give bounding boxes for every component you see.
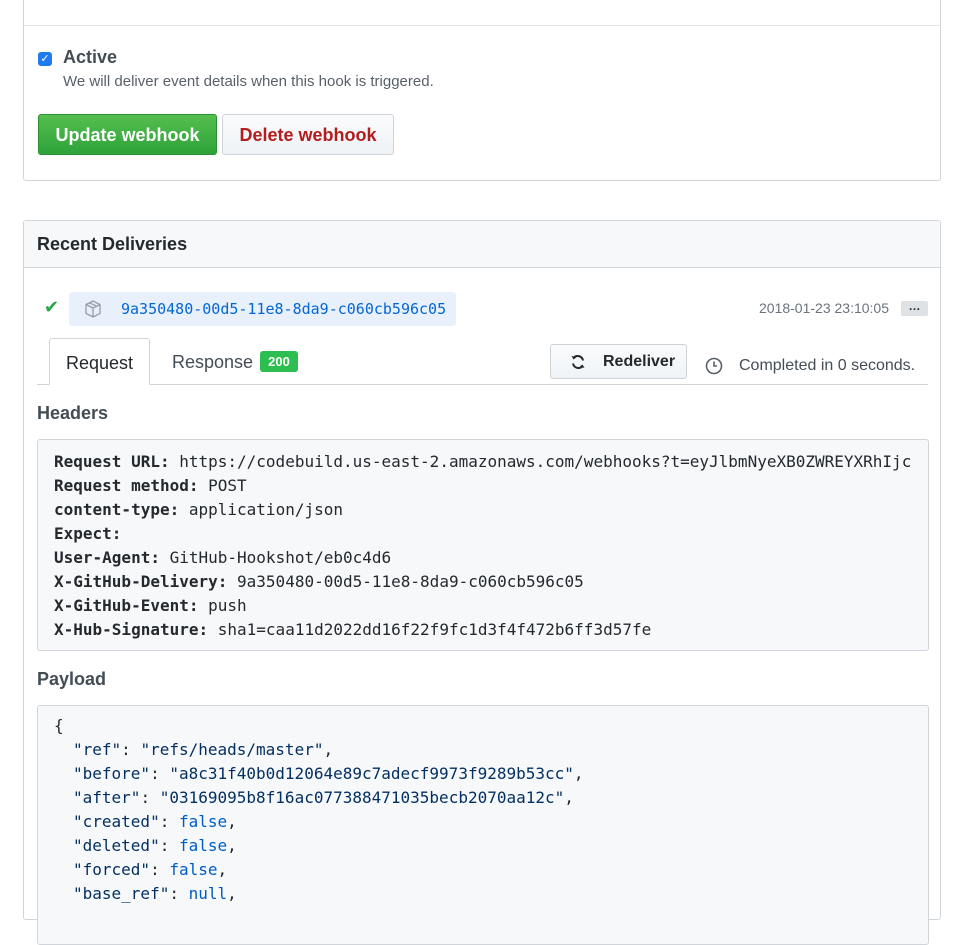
header-key: Expect: xyxy=(54,524,122,543)
payload-key: "after" xyxy=(73,788,141,807)
header-key: X-Hub-Signature: xyxy=(54,620,209,639)
header-key: Request method: xyxy=(54,476,199,495)
header-value: application/json xyxy=(179,500,343,519)
clock-icon xyxy=(705,357,723,375)
payload-value: null xyxy=(188,884,228,903)
recent-deliveries-title: Recent Deliveries xyxy=(37,234,188,254)
recent-deliveries-panel: Recent Deliveries ✔ 9a350480-00d5-11e8-8… xyxy=(23,220,941,945)
webhook-settings-panel: ✓ Active We will deliver event details w… xyxy=(23,0,941,181)
payload-key: "created" xyxy=(73,812,160,831)
payload-key: "ref" xyxy=(73,740,122,759)
more-options-button[interactable]: … xyxy=(901,300,928,316)
payload-line: "forced": false, xyxy=(73,860,228,879)
redeliver-label: Redeliver xyxy=(603,353,676,370)
active-description: We will deliver event details when this … xyxy=(63,73,434,90)
tabs-divider xyxy=(37,384,928,385)
header-line: X-Hub-Signature: sha1=caa11d2022dd16f22f… xyxy=(54,618,651,642)
payload-line: "after": "03169095b8f16ac077388471035bec… xyxy=(73,788,574,807)
header-key: content-type: xyxy=(54,500,180,519)
header-line: Request URL: https://codebuild.us-east-2… xyxy=(54,450,911,474)
request-headers-block: Request URL: https://codebuild.us-east-2… xyxy=(37,439,929,651)
header-value: push xyxy=(198,596,247,615)
payload-title: Payload xyxy=(37,669,107,689)
recent-deliveries-header: Recent Deliveries xyxy=(24,221,940,268)
payload-value: false xyxy=(178,812,228,831)
header-key: X-GitHub-Event: xyxy=(54,596,199,615)
header-line: X-GitHub-Delivery: 9a350480-00d5-11e8-8d… xyxy=(54,570,584,594)
delete-webhook-button[interactable]: Delete webhook xyxy=(222,114,394,155)
headers-title: Headers xyxy=(37,403,109,423)
header-line: X-GitHub-Event: push xyxy=(54,594,247,618)
tab-request[interactable]: Request xyxy=(49,338,150,385)
payload-value: "03169095b8f16ac077388471035becb2070aa12… xyxy=(159,788,565,807)
header-line: User-Agent: GitHub-Hookshot/eb0c4d6 xyxy=(54,546,391,570)
redeliver-button[interactable]: Redeliver xyxy=(550,344,687,379)
header-line: Expect: xyxy=(54,522,121,546)
payload-value: "refs/heads/master" xyxy=(140,740,324,759)
payload-line: "before": "a8c31f40b0d12064e89c7adecf997… xyxy=(73,764,584,783)
package-icon xyxy=(85,300,101,318)
sync-icon xyxy=(571,355,585,369)
header-value: 9a350480-00d5-11e8-8da9-c060cb596c05 xyxy=(227,572,584,591)
header-value: sha1=caa11d2022dd16f22f9fc1d3f4f472b6ff3… xyxy=(208,620,652,639)
payload-value: false xyxy=(169,860,218,879)
active-label: Active xyxy=(63,47,118,67)
payload-block: { "ref": "refs/heads/master", "before": "a… xyxy=(37,705,929,945)
payload-open-brace: { xyxy=(54,716,64,735)
header-value: https://codebuild.us-east-2.amazonaws.co… xyxy=(169,452,912,471)
payload-key: "base_ref" xyxy=(73,884,170,903)
active-checkbox[interactable]: ✓ xyxy=(38,52,52,66)
header-key: X-GitHub-Delivery: xyxy=(54,572,228,591)
tab-response[interactable]: Response xyxy=(172,352,253,373)
response-status-badge: 200 xyxy=(260,351,298,372)
payload-line: "base_ref": null, xyxy=(73,884,237,903)
success-check-icon: ✔ xyxy=(44,297,60,317)
delivery-timestamp: 2018-01-23 23:10:05 xyxy=(759,300,889,316)
payload-line: "created": false, xyxy=(73,812,237,831)
payload-value: "a8c31f40b0d12064e89c7adecf9973f9289b53c… xyxy=(169,764,574,783)
payload-value: false xyxy=(178,836,228,855)
update-webhook-button[interactable]: Update webhook xyxy=(38,114,217,155)
header-line: content-type: application/json xyxy=(54,498,343,522)
completed-status-text: Completed in 0 seconds. xyxy=(739,357,916,374)
header-key: Request URL: xyxy=(54,452,170,471)
divider xyxy=(24,25,940,26)
delivery-item[interactable]: 9a350480-00d5-11e8-8da9-c060cb596c05 xyxy=(69,292,456,326)
payload-key: "forced" xyxy=(73,860,151,879)
header-value: GitHub-Hookshot/eb0c4d6 xyxy=(159,548,392,567)
payload-key: "deleted" xyxy=(73,836,160,855)
payload-key: "before" xyxy=(73,764,151,783)
payload-line: "ref": "refs/heads/master", xyxy=(73,740,334,759)
header-line: Request method: POST xyxy=(54,474,247,498)
header-value: POST xyxy=(198,476,247,495)
header-key: User-Agent: xyxy=(54,548,160,567)
delivery-guid-link[interactable]: 9a350480-00d5-11e8-8da9-c060cb596c05 xyxy=(121,299,446,319)
payload-line: "deleted": false, xyxy=(73,836,237,855)
